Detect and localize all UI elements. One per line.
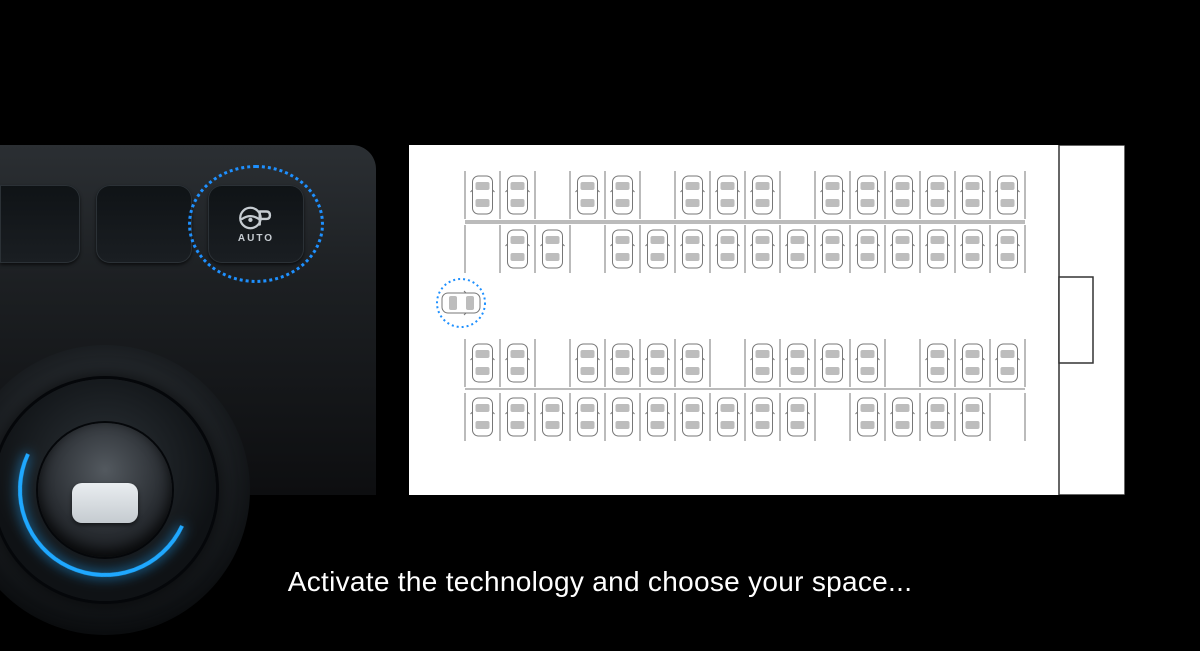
stage: AUTO Activate the technology and choose … xyxy=(0,0,1200,651)
console-panel: AUTO xyxy=(0,145,376,495)
parking-lot-diagram xyxy=(409,145,1125,495)
blank-button-left[interactable] xyxy=(0,185,80,263)
dial-hub xyxy=(72,483,138,523)
blank-button-middle[interactable] xyxy=(96,185,192,263)
auto-park-button[interactable]: AUTO xyxy=(208,185,304,263)
highlight-ring xyxy=(188,165,324,283)
caption-text: Activate the technology and choose your … xyxy=(0,566,1200,598)
